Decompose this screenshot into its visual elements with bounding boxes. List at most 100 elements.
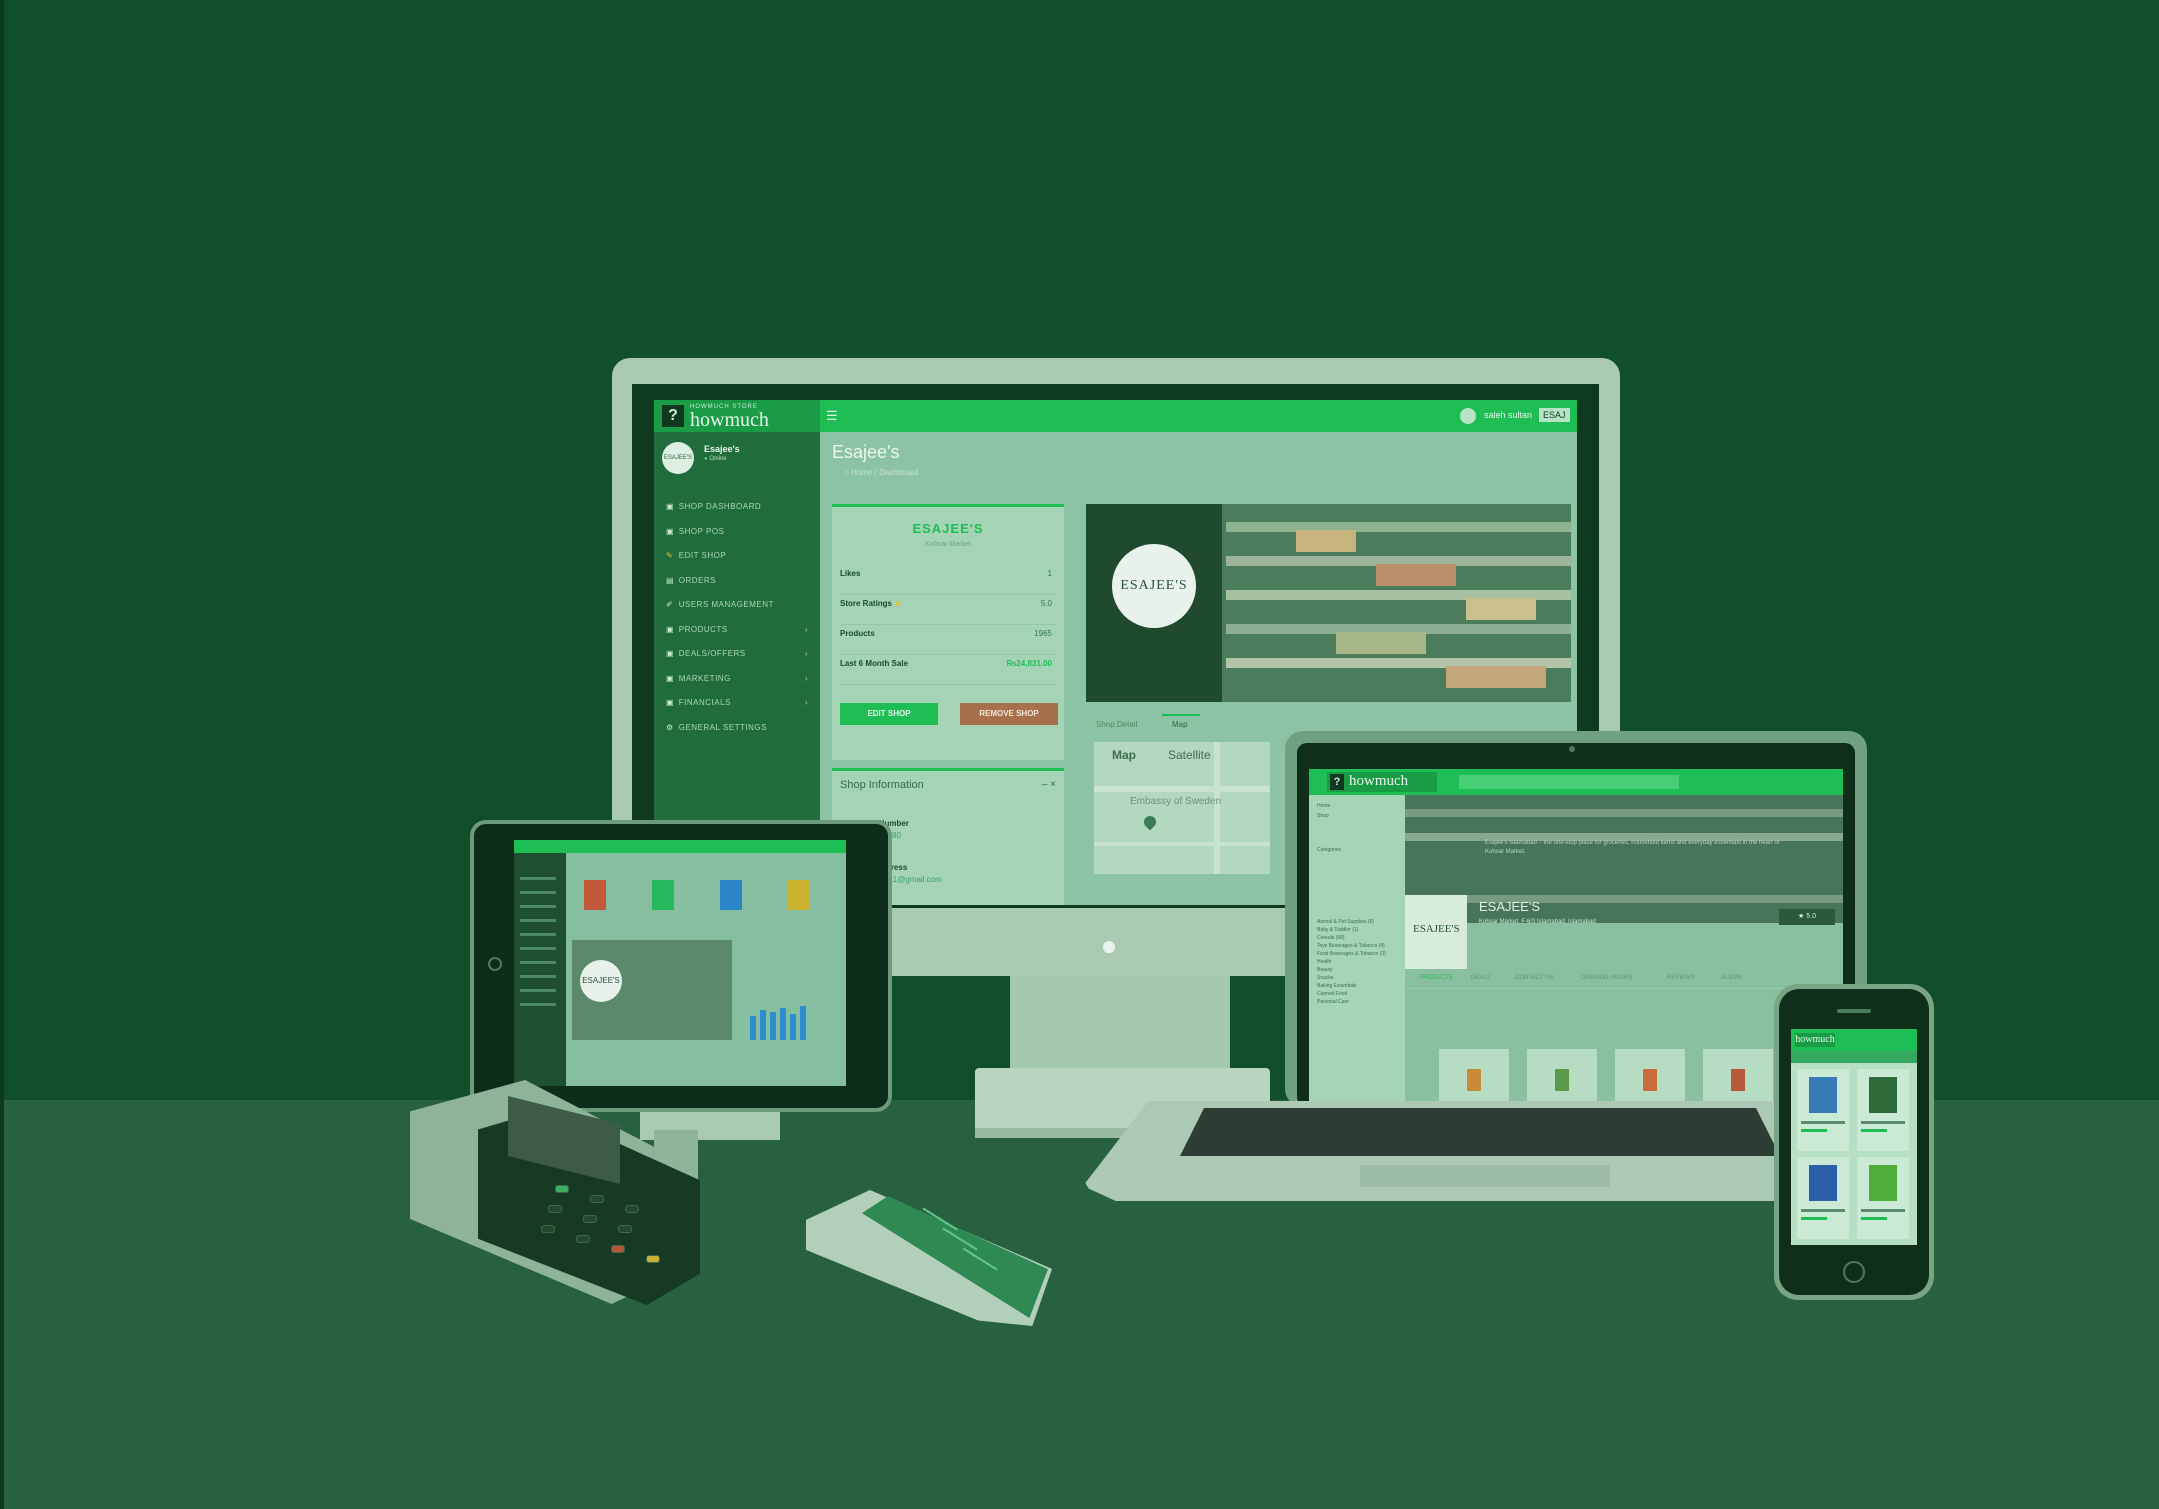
map-tab-map[interactable]: Map (1112, 748, 1136, 762)
card-controls[interactable]: – × (1042, 779, 1056, 790)
tablet-home-button (488, 957, 502, 971)
laptop-logo[interactable]: ? howmuch (1327, 772, 1437, 792)
laptop-search-input[interactable] (1459, 775, 1679, 789)
category-item[interactable]: Personal Care (1317, 999, 1349, 1005)
tablet-chart-bar (780, 1008, 786, 1040)
map-pin-icon[interactable] (1141, 813, 1159, 831)
tab-contact-us[interactable]: CONTACT US (1515, 975, 1553, 981)
sidebar-item-general-settings[interactable]: ⚙ GENERAL SETTINGS (666, 723, 816, 732)
shelf-products (1376, 564, 1456, 586)
sidebar-item-orders[interactable]: ▤ ORDERS (666, 576, 816, 585)
logo-wordmark: howmuch (1349, 773, 1409, 789)
app-top-bar: ? HOWMUCH STORE howmuch ☰ saleh sultan E… (654, 400, 1577, 432)
tab-deals[interactable]: DEALS (1471, 975, 1491, 981)
terminal-key (576, 1235, 590, 1243)
hamburger-icon[interactable]: ☰ (826, 408, 838, 424)
sidebar-item-shop-pos[interactable]: ▣ SHOP POS (666, 527, 816, 536)
tablet-screen: ESAJEE'S (514, 840, 846, 1086)
phone-speaker (1837, 1009, 1871, 1013)
tab-album[interactable]: ALBUM (1721, 975, 1742, 981)
tab-map[interactable]: Map (1172, 720, 1188, 729)
map-widget[interactable]: Map Satellite Embassy of Sweden (1094, 742, 1270, 874)
sidebar-item-users-management[interactable]: ✐ USERS MANAGEMENT (666, 600, 816, 609)
edit-shop-button[interactable]: EDIT SHOP (840, 703, 938, 725)
category-item[interactable]: Food Beverages & Tobacco (3) (1317, 951, 1386, 957)
category-item[interactable]: Canned Food (1317, 991, 1347, 997)
page-title: Esajee's (832, 442, 900, 462)
laptop-product-card[interactable] (1615, 1049, 1685, 1107)
user-avatar[interactable] (1460, 408, 1476, 424)
smartphone-device: howmuch (1774, 984, 1934, 1300)
category-item[interactable]: Health (1317, 959, 1331, 965)
phone-product-card[interactable] (1857, 1069, 1909, 1151)
laptop-top-bar: ? howmuch (1309, 769, 1843, 795)
tablet-chart-bar (770, 1012, 776, 1040)
category-item[interactable]: Baking Essentials (1317, 983, 1356, 989)
category-item[interactable]: Snacks (1317, 975, 1333, 981)
user-name[interactable]: saleh sultan (1484, 410, 1532, 420)
orders-icon: ▤ (666, 576, 675, 585)
chevron-right-icon: › (804, 625, 808, 634)
phone-product-card[interactable] (1797, 1157, 1849, 1239)
remove-shop-button[interactable]: REMOVE SHOP (960, 703, 1058, 725)
tablet-chart-bar (760, 1010, 766, 1040)
product-price-line (1861, 1217, 1887, 1220)
stat-products: Products 1965 (840, 629, 1056, 655)
phone-product-card[interactable] (1857, 1157, 1909, 1239)
chevron-right-icon: › (804, 674, 808, 683)
category-item[interactable]: Beauty (1317, 967, 1333, 973)
product-image (1555, 1069, 1569, 1091)
category-item[interactable]: Shop (1317, 813, 1329, 819)
product-image (1809, 1077, 1837, 1113)
category-item[interactable]: Cereals (68) (1317, 935, 1345, 941)
shelf-products (1296, 530, 1356, 552)
phone-logo[interactable]: howmuch (1795, 1033, 1835, 1047)
sidebar-item-shop-dashboard[interactable]: ▣ SHOP DASHBOARD (666, 502, 816, 511)
deals-icon: ▣ (666, 649, 675, 658)
sidebar-item-deals-offers[interactable]: ▣ DEALS/OFFERS › (666, 649, 816, 658)
tab-reviews[interactable]: REVIEWS (1667, 975, 1695, 981)
product-price-line (1801, 1129, 1827, 1132)
breadcrumb: ⌂ Home / Dashboard (844, 468, 918, 477)
category-item[interactable]: Categories (1317, 847, 1341, 853)
category-item[interactable]: Baby & Toddler (1) (1317, 927, 1358, 933)
phone-search-bar[interactable] (1791, 1051, 1917, 1063)
sidebar-item-products[interactable]: ▣ PRODUCTS › (666, 625, 816, 634)
laptop-product-card[interactable] (1527, 1049, 1597, 1107)
tablet-shop-image: ESAJEE'S (572, 940, 732, 1040)
sidebar-item-label: SHOP POS (678, 527, 725, 536)
phone-body: howmuch (1779, 989, 1929, 1295)
apple-icon: ● (1100, 930, 1118, 961)
map-tab-satellite[interactable]: Satellite (1168, 748, 1211, 762)
laptop-rating-badge: ★ 5.0 (1779, 909, 1835, 925)
stat-label: Likes (840, 569, 861, 578)
sidebar-item-edit-shop[interactable]: ✎ EDIT SHOP (666, 551, 816, 560)
laptop-product-card[interactable] (1703, 1049, 1773, 1107)
tab-products[interactable]: PRODUCTS (1419, 975, 1453, 981)
sidebar-item-financials[interactable]: ▣ FINANCIALS › (666, 698, 816, 707)
sidebar-item-marketing[interactable]: ▣ MARKETING › (666, 674, 816, 683)
shop-logo-badge: ESAJEE'S (1112, 544, 1196, 628)
tablet-top-bar (514, 840, 846, 853)
shop-logo-panel: ESAJEE'S (1086, 504, 1222, 702)
shop-information-title: Shop Information (840, 779, 924, 791)
map-road (1214, 742, 1220, 874)
stat-value: ₨24,831.00 (1006, 659, 1052, 668)
tab-shop-detail[interactable]: Shop Detail (1096, 720, 1137, 729)
app-logo[interactable]: ? HOWMUCH STORE howmuch (654, 400, 820, 432)
stat-label: Products (840, 629, 875, 638)
breadcrumb-home[interactable]: Home (851, 468, 872, 477)
laptop-shop-name: ESAJEE'S (1479, 899, 1541, 914)
user-badge[interactable]: ESAJ (1539, 408, 1570, 422)
shop-status-text: Online (709, 456, 727, 462)
tab-opening-hours[interactable]: OPENING HOURS (1581, 975, 1632, 981)
category-item[interactable]: Toys Beverages & Tobacco (4) (1317, 943, 1385, 949)
category-item[interactable]: Animal & Pet Supplies (8) (1317, 919, 1374, 925)
phone-product-card[interactable] (1797, 1069, 1849, 1151)
category-item[interactable]: Home (1317, 803, 1330, 809)
phone-home-button (1843, 1261, 1865, 1283)
laptop-product-card[interactable] (1439, 1049, 1509, 1107)
shelf-row (1226, 522, 1571, 532)
chevron-right-icon: › (804, 649, 808, 658)
product-price-line (1801, 1217, 1827, 1220)
